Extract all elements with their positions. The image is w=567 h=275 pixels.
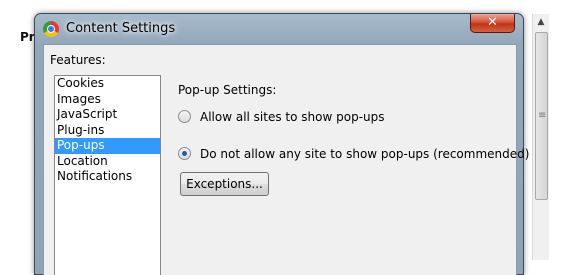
radio-label[interactable]: Allow all sites to show pop-ups <box>200 109 385 125</box>
features-label: Features: <box>50 53 106 67</box>
scrollbar-grip-icon: ≡ <box>538 110 547 121</box>
feature-item-pop-ups[interactable]: Pop-ups <box>55 138 160 154</box>
dialog-content: Features: Cookies Images JavaScript Plug… <box>43 44 529 275</box>
chrome-logo-icon <box>43 21 59 37</box>
radio-button[interactable] <box>178 110 191 123</box>
feature-item-images[interactable]: Images <box>55 92 160 108</box>
window-title: Content Settings <box>66 21 176 36</box>
scroll-up-arrow-icon[interactable]: ▲ <box>533 14 549 30</box>
title-bar[interactable]: Content Settings ✕ <box>35 14 523 44</box>
exceptions-button[interactable]: Exceptions... <box>180 172 269 196</box>
feature-item-notifications[interactable]: Notifications <box>55 169 160 185</box>
scrollbar-thumb[interactable]: ≡ <box>535 32 548 200</box>
background-scrollbar[interactable]: ▲ ≡ <box>532 14 549 260</box>
radio-button-checked[interactable] <box>178 147 191 160</box>
feature-item-location[interactable]: Location <box>55 154 160 170</box>
content-settings-dialog: Content Settings ✕ Features: Cookies Ima… <box>34 13 529 275</box>
chrome-logo-center <box>47 25 55 33</box>
close-button[interactable]: ✕ <box>470 14 515 33</box>
popup-settings-heading: Pop-up Settings: <box>178 83 277 97</box>
feature-item-plug-ins[interactable]: Plug-ins <box>55 123 160 139</box>
feature-item-javascript[interactable]: JavaScript <box>55 107 160 123</box>
radio-label[interactable]: Do not allow any site to show pop-ups (r… <box>200 146 529 162</box>
features-list[interactable]: Cookies Images JavaScript Plug-ins Pop-u… <box>54 75 161 275</box>
feature-item-cookies[interactable]: Cookies <box>55 76 160 92</box>
close-icon: ✕ <box>487 15 498 30</box>
